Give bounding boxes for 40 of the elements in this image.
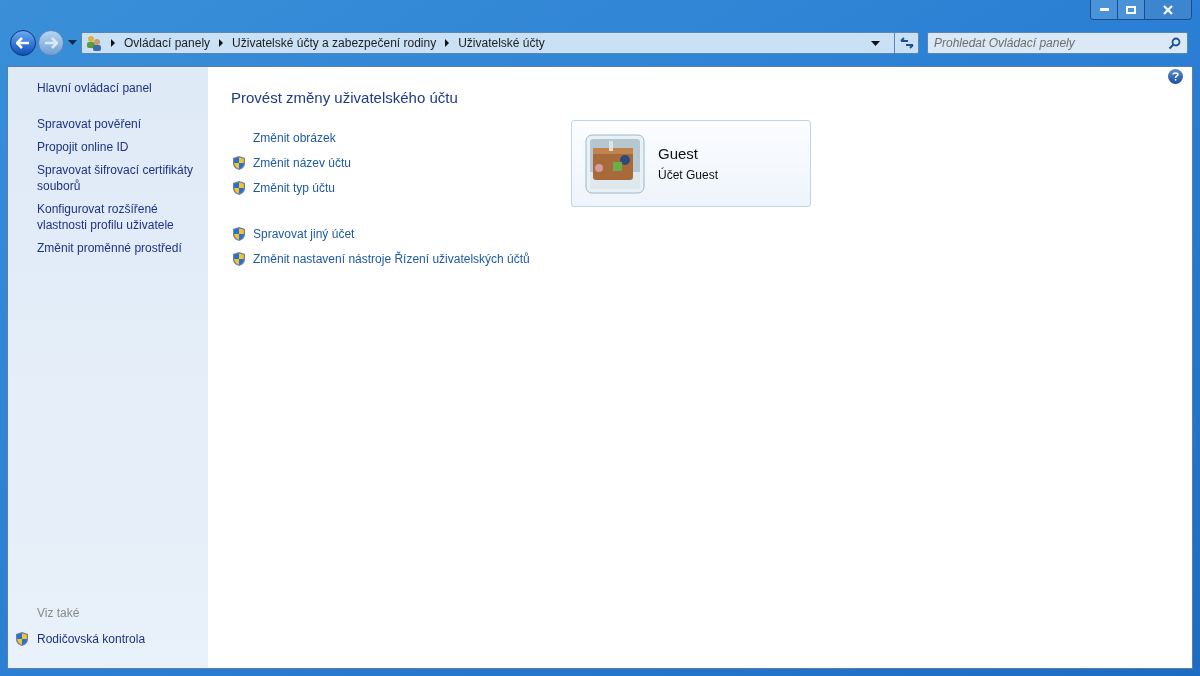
maximize-button[interactable] [1118, 0, 1145, 19]
chevron-icon [444, 39, 451, 47]
sidebar-link[interactable]: Hlavní ovládací panel [37, 80, 200, 96]
back-button[interactable] [10, 30, 36, 56]
breadcrumb-item[interactable]: Ovládací panely [124, 34, 211, 52]
minimize-button[interactable] [1091, 0, 1118, 19]
sidebar-link[interactable]: Konfigurovat rozšířené vlastnosti profilu uživatele [37, 201, 200, 233]
search-input[interactable]: Prohledat Ovládací panely [934, 34, 1168, 52]
back-arrow-icon [16, 37, 30, 49]
refresh-arrows-icon [899, 37, 914, 49]
see-also-heading: Viz také [37, 605, 81, 622]
search-icon [1168, 36, 1181, 50]
sidebar-link[interactable]: Propojit online ID [37, 139, 200, 155]
history-dropdown-icon[interactable] [68, 40, 77, 46]
page-title: Provést změny uživatelského účtu [231, 88, 459, 108]
help-button[interactable] [1168, 69, 1183, 84]
forward-arrow-icon [44, 37, 58, 49]
account-type: Účet Guest [658, 166, 719, 184]
breadcrumb-item[interactable]: Uživatelské účty a zabezpečení rodiny [232, 34, 437, 52]
see-also-link[interactable]: Rodičovská kontrola [37, 630, 146, 648]
question-mark-icon [1172, 72, 1179, 81]
account-tile[interactable]: Guest Účet Guest [571, 120, 811, 207]
search-field[interactable]: Prohledat Ovládací panely [927, 32, 1188, 54]
breadcrumb-item[interactable]: Uživatelské účty [458, 34, 545, 52]
task-link[interactable]: Změnit nastavení nástroje Řízení uživatelských účtů [253, 249, 530, 268]
task-link[interactable]: Spravovat jiný účet [253, 224, 355, 243]
close-button[interactable] [1145, 0, 1191, 19]
dropdown-arrow-icon[interactable] [871, 40, 880, 46]
address-bar[interactable]: Ovládací panely Uživatelské účty a zabezpečení rodiny Uživatelské účty [81, 32, 919, 54]
chevron-icon [110, 39, 116, 47]
account-name: Guest [658, 144, 700, 165]
sidebar-link[interactable]: Změnit proměnné prostředí [37, 240, 200, 256]
sidebar-link[interactable]: Spravovat pověření [37, 116, 200, 132]
task-link[interactable]: Změnit obrázek [253, 128, 336, 147]
task-link[interactable]: Změnit typ účtu [253, 178, 336, 197]
users-icon [86, 35, 102, 51]
task-link[interactable]: Změnit název účtu [253, 153, 352, 172]
close-icon [1163, 4, 1173, 15]
sidebar-link[interactable]: Spravovat šifrovací certifikáty souborů [37, 162, 200, 194]
chevron-icon [218, 39, 225, 47]
